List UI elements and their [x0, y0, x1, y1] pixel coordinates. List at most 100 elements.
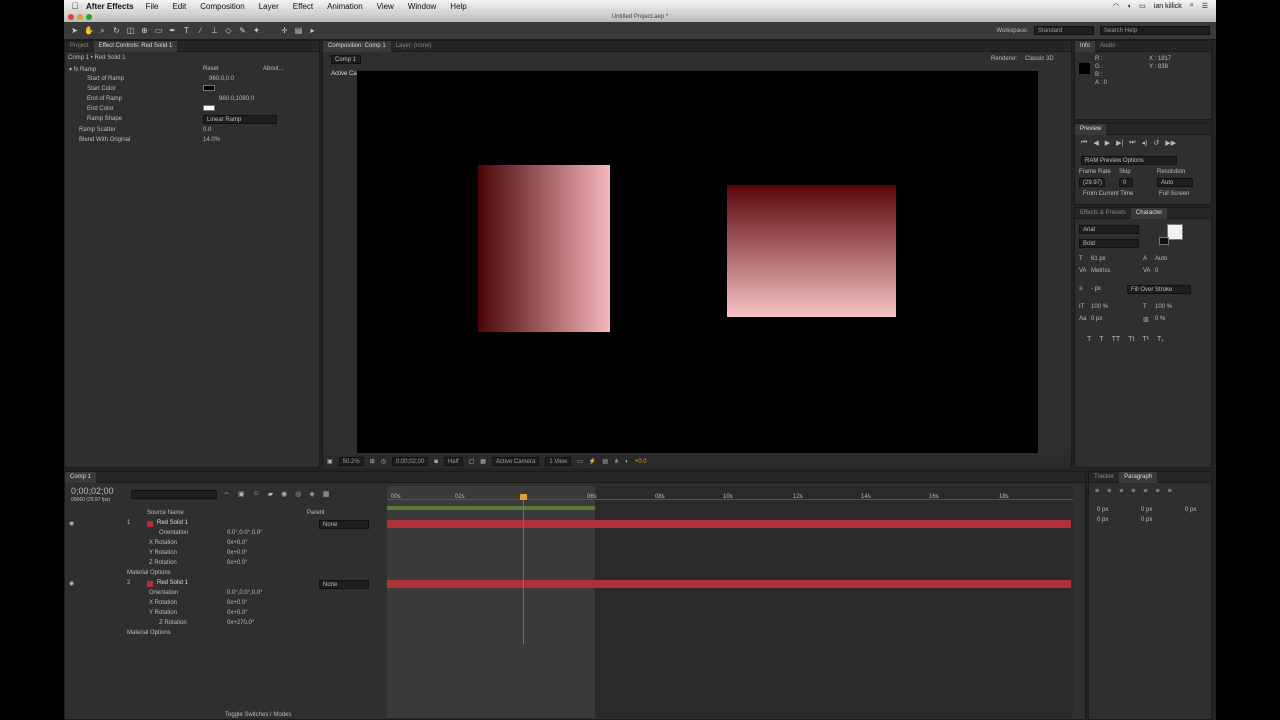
workspace-select[interactable]: Standard: [1034, 26, 1094, 35]
resolution-select-preview[interactable]: Auto: [1157, 178, 1193, 187]
toggle-switches-modes-button[interactable]: Toggle Switches / Modes: [225, 712, 291, 718]
menu-composition[interactable]: Composition: [200, 2, 244, 11]
play-icon[interactable]: ▶: [1105, 139, 1110, 147]
work-area-bar[interactable]: [387, 506, 595, 510]
value-start-of-ramp[interactable]: 960.0,0.0: [209, 76, 234, 82]
menu-layer[interactable]: Layer: [259, 2, 279, 11]
value-end-of-ramp[interactable]: 960.0,1080.0: [219, 96, 254, 102]
skip-select[interactable]: 0: [1119, 178, 1133, 187]
justify-left-icon[interactable]: ≡: [1131, 488, 1135, 495]
visibility-icon[interactable]: ◉: [69, 520, 74, 527]
menu-view[interactable]: View: [377, 2, 394, 11]
property-value[interactable]: 0x+0.0°: [227, 600, 248, 606]
tsume-value[interactable]: 0 %: [1155, 316, 1165, 322]
baseline-shift-value[interactable]: 0 px: [1091, 316, 1102, 322]
flowchart-icon[interactable]: ⋔: [614, 458, 619, 465]
property-value[interactable]: 0.0°,0.0°,0.0°: [227, 590, 263, 596]
kerning-value[interactable]: Metrics: [1091, 268, 1110, 274]
audio-icon[interactable]: ◂): [1142, 139, 1148, 147]
playhead-handle[interactable]: [520, 494, 527, 500]
tracking-value[interactable]: 0: [1155, 268, 1158, 274]
ramp-shape-select[interactable]: Linear Ramp: [203, 115, 277, 124]
layer-color-label[interactable]: [147, 521, 153, 527]
rectangle-tool-icon[interactable]: ▭: [154, 26, 163, 35]
hand-tool-icon[interactable]: ✋: [84, 26, 94, 35]
snapshot-icon[interactable]: ◷: [381, 458, 386, 465]
leading-value[interactable]: Auto: [1155, 256, 1167, 262]
axis-world-icon[interactable]: ▤: [294, 26, 303, 35]
vertical-scale-value[interactable]: 100 %: [1091, 304, 1108, 310]
full-screen-checkbox[interactable]: Full Screen: [1159, 191, 1189, 197]
font-family-select[interactable]: Arial: [1079, 225, 1139, 234]
reset-link[interactable]: Reset: [203, 66, 219, 72]
tab-character[interactable]: Character: [1130, 207, 1168, 219]
superscript-icon[interactable]: T¹: [1142, 336, 1149, 343]
end-color-swatch[interactable]: [203, 105, 215, 111]
exposure-icon[interactable]: ◐: [625, 459, 629, 465]
faux-bold-icon[interactable]: T: [1087, 336, 1091, 343]
last-frame-icon[interactable]: ⏭: [1129, 139, 1135, 147]
eraser-tool-icon[interactable]: ◇: [224, 26, 233, 35]
tab-tracker[interactable]: Tracker: [1089, 472, 1119, 483]
frame-blending-icon[interactable]: ▰: [268, 490, 273, 498]
axis-view-icon[interactable]: ▸: [308, 26, 317, 35]
subscript-icon[interactable]: T₁: [1157, 336, 1164, 343]
property-value[interactable]: 0x+0.0°: [227, 550, 248, 556]
auto-keyframe-icon[interactable]: ◈: [309, 490, 314, 498]
align-left-icon[interactable]: ≡: [1095, 488, 1099, 495]
battery-icon[interactable]: ▭: [1139, 2, 1146, 10]
previous-frame-icon[interactable]: ◀: [1093, 139, 1098, 147]
red-solid-1-layer[interactable]: [478, 165, 610, 332]
search-help-input[interactable]: Search Help: [1100, 26, 1210, 35]
visibility-icon[interactable]: ◉: [69, 580, 74, 587]
clone-tool-icon[interactable]: ⊥: [210, 26, 219, 35]
stroke-width-value[interactable]: - px: [1091, 286, 1101, 292]
menu-edit[interactable]: Edit: [172, 2, 186, 11]
fill-color-swatch[interactable]: [1167, 224, 1183, 240]
safe-zones-icon[interactable]: ⊞: [370, 458, 375, 465]
justify-all-icon[interactable]: ≡: [1168, 488, 1172, 495]
tab-comp-1[interactable]: Comp 1: [65, 471, 97, 483]
app-menu[interactable]: After Effects: [86, 2, 134, 11]
motion-blur-icon[interactable]: ◉: [281, 490, 287, 498]
comp-mini-flowchart-icon[interactable]: ⇔: [223, 490, 230, 498]
disclosure-triangle-icon[interactable]: ▾ fx: [69, 67, 78, 73]
layer-color-label[interactable]: [147, 581, 153, 587]
layer-1-duration-bar[interactable]: [387, 520, 1071, 528]
resolution-select[interactable]: Half: [443, 457, 463, 466]
zoom-window-icon[interactable]: [86, 14, 92, 20]
pan-behind-tool-icon[interactable]: ⊕: [140, 26, 149, 35]
type-tool-icon[interactable]: T: [182, 26, 191, 35]
all-caps-icon[interactable]: TT: [1112, 336, 1121, 343]
wifi-icon[interactable]: ◠: [1113, 2, 1119, 10]
justify-center-icon[interactable]: ≡: [1143, 488, 1147, 495]
red-solid-2-layer[interactable]: [727, 185, 896, 317]
first-frame-icon[interactable]: ⏮: [1081, 139, 1087, 147]
apple-icon[interactable]: : [64, 1, 86, 11]
font-style-select[interactable]: Bold: [1079, 239, 1139, 248]
align-right-icon[interactable]: ≡: [1119, 488, 1123, 495]
spotlight-icon[interactable]: ⌕: [1190, 2, 1194, 10]
rotate-tool-icon[interactable]: ↻: [112, 26, 121, 35]
comp-viewer[interactable]: [357, 71, 1038, 453]
zoom-tool-icon[interactable]: ⌕: [98, 26, 107, 35]
horizontal-scale-value[interactable]: 100 %: [1155, 304, 1172, 310]
property-value[interactable]: 0x+0.0°: [227, 610, 248, 616]
property-value[interactable]: 0x+0.0°: [227, 560, 248, 566]
pen-tool-icon[interactable]: ✒: [168, 26, 177, 35]
tab-preview[interactable]: Preview: [1075, 123, 1107, 135]
axis-local-icon[interactable]: ✛: [280, 26, 289, 35]
ram-preview-options-select[interactable]: RAM Preview Options: [1081, 156, 1177, 165]
puppet-tool-icon[interactable]: ✦: [252, 26, 261, 35]
graph-editor-icon[interactable]: ▦: [323, 490, 330, 498]
justify-right-icon[interactable]: ≡: [1155, 488, 1159, 495]
brainstorm-icon[interactable]: ◎: [295, 490, 301, 498]
stroke-type-select[interactable]: Fill Over Stroke: [1127, 285, 1191, 294]
user-name[interactable]: ian killick: [1154, 3, 1182, 10]
transparency-grid-icon[interactable]: ▦: [480, 458, 486, 465]
next-frame-icon[interactable]: ▶|: [1116, 139, 1123, 147]
selection-tool-icon[interactable]: ➤: [70, 26, 79, 35]
property-value[interactable]: 0.0°,0.0°,0.0°: [227, 530, 263, 536]
close-window-icon[interactable]: [68, 14, 74, 20]
effect-ramp-row[interactable]: ▾ fx Ramp: [69, 66, 96, 73]
